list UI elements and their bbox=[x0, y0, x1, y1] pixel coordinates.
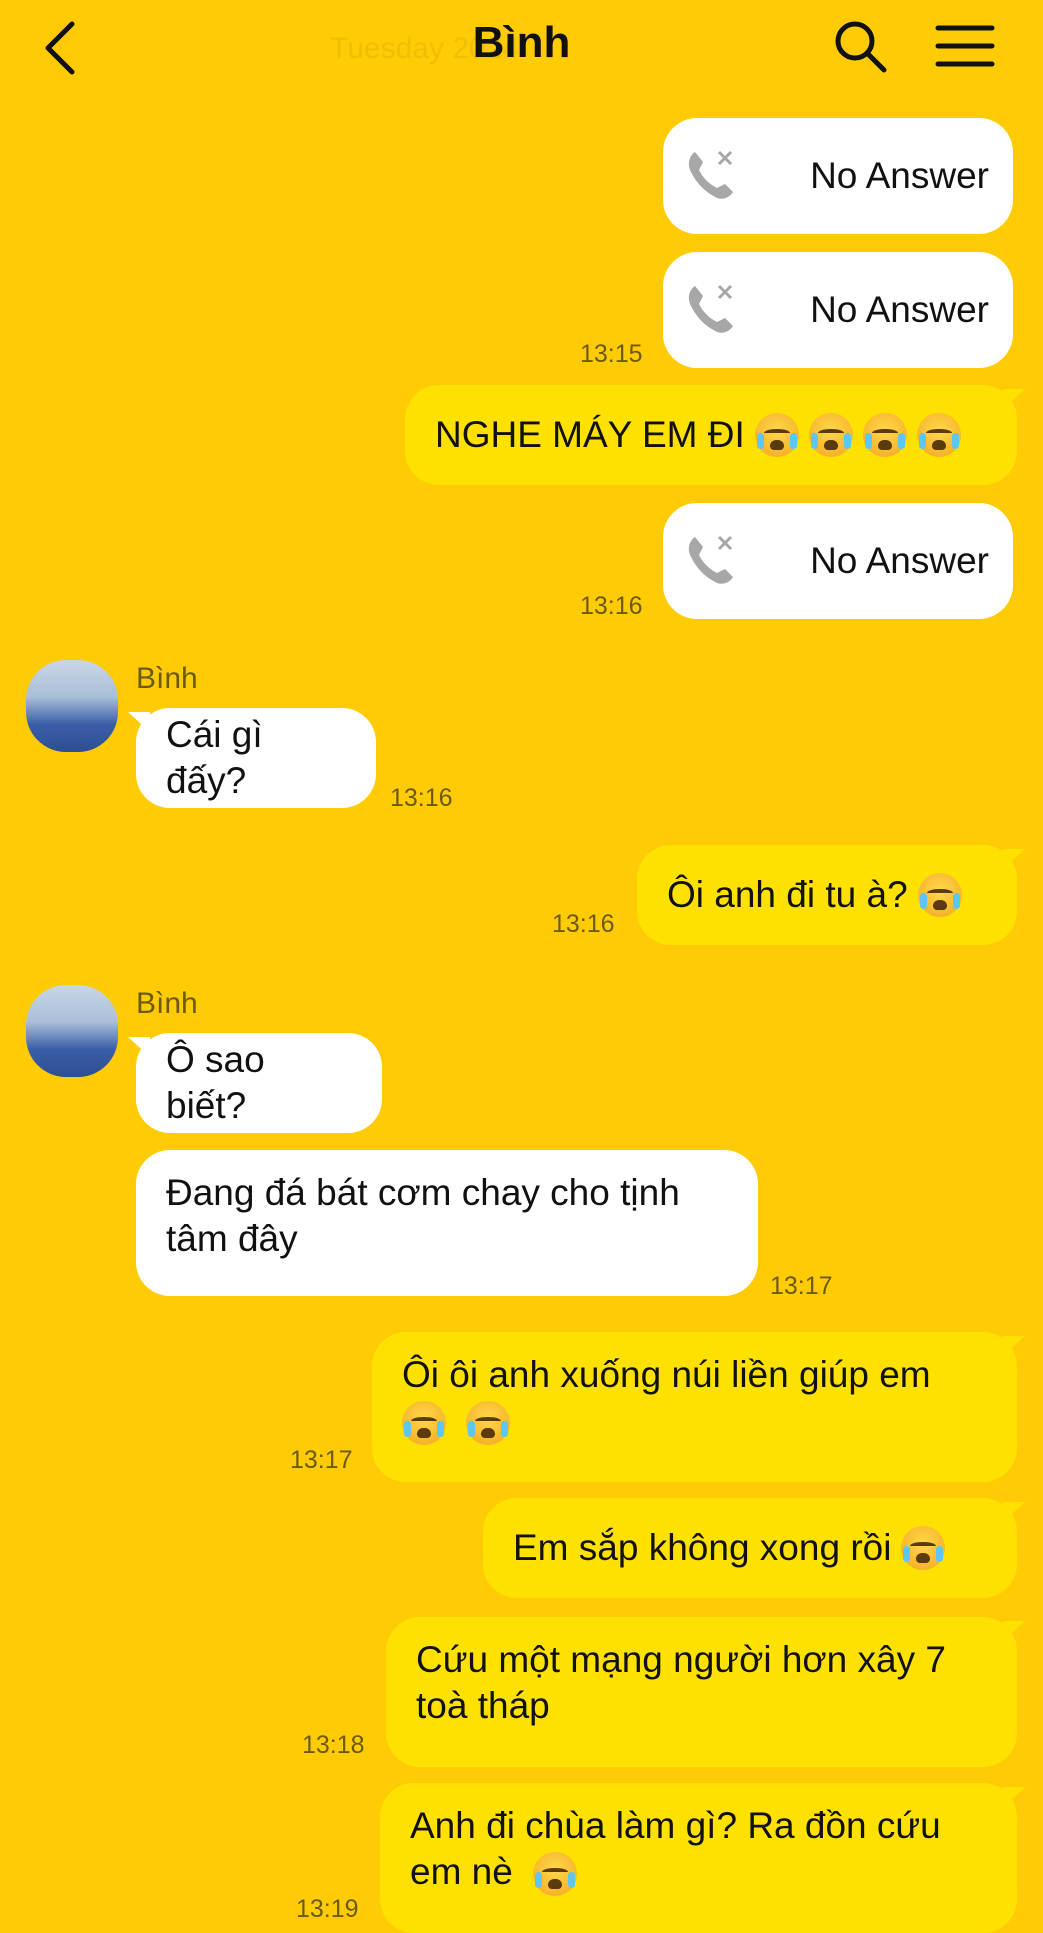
sender-name: Bình bbox=[136, 662, 198, 695]
outgoing-message[interactable]: Ôi ôi anh xuống núi liền giúp em bbox=[372, 1332, 1017, 1482]
missed-call-bubble[interactable]: No Answer bbox=[663, 252, 1013, 368]
search-icon[interactable] bbox=[832, 18, 888, 74]
incoming-message[interactable]: Cái gì đấy? bbox=[136, 708, 376, 808]
message-text: Ôi anh đi tu à? bbox=[667, 874, 908, 915]
timestamp: 13:16 bbox=[552, 910, 615, 938]
menu-icon[interactable] bbox=[935, 22, 995, 70]
outgoing-message[interactable]: Anh đi chùa làm gì? Ra đồn cứu em nè bbox=[380, 1783, 1017, 1933]
timestamp: 13:16 bbox=[390, 784, 453, 812]
call-status-text: No Answer bbox=[810, 155, 989, 196]
crying-emoji-icon bbox=[808, 413, 853, 457]
avatar[interactable] bbox=[26, 985, 118, 1077]
crying-emoji-icon bbox=[862, 413, 907, 457]
outgoing-message[interactable]: Cứu một mạng người hơn xây 7 toà tháp bbox=[386, 1617, 1017, 1767]
crying-emoji-icon bbox=[917, 873, 962, 917]
timestamp: 13:16 bbox=[580, 592, 643, 620]
message-text: Em sắp không xong rồi bbox=[513, 1527, 892, 1568]
timestamp: 13:18 bbox=[302, 1731, 365, 1759]
call-status-text: No Answer bbox=[810, 289, 989, 330]
crying-emoji-icon bbox=[533, 1852, 578, 1897]
timestamp: 13:17 bbox=[290, 1446, 353, 1474]
crying-emoji-icon bbox=[466, 1401, 511, 1446]
missed-call-icon bbox=[688, 150, 733, 199]
message-line: tâm đây bbox=[166, 1218, 298, 1259]
crying-emoji-icon bbox=[402, 1401, 446, 1446]
chat-header: Tuesday 2024 Bình bbox=[0, 0, 1043, 100]
incoming-message[interactable]: Đang đá bát cơm chay cho tịnh tâm đây bbox=[136, 1150, 758, 1296]
message-text: NGHE MÁY EM ĐI bbox=[435, 414, 745, 455]
call-status-text: No Answer bbox=[810, 540, 989, 581]
missed-call-bubble[interactable]: No Answer bbox=[663, 118, 1013, 234]
missed-call-icon bbox=[688, 284, 733, 333]
missed-call-icon bbox=[688, 535, 733, 584]
outgoing-message[interactable]: Em sắp không xong rồi bbox=[483, 1498, 1017, 1598]
crying-emoji-icon bbox=[901, 1526, 946, 1570]
crying-emoji-icon bbox=[754, 413, 799, 457]
timestamp: 13:15 bbox=[580, 340, 643, 368]
message-line: Anh đi chùa làm gì? Ra đồn cứu bbox=[410, 1805, 941, 1846]
message-line: Ôi ôi anh xuống núi liền giúp em bbox=[402, 1354, 931, 1395]
sender-name: Bình bbox=[136, 987, 198, 1020]
message-line: toà tháp bbox=[416, 1685, 550, 1726]
missed-call-bubble[interactable]: No Answer bbox=[663, 503, 1013, 619]
message-text: Ô sao biết? bbox=[166, 1039, 265, 1126]
incoming-message[interactable]: Ô sao biết? bbox=[136, 1033, 382, 1133]
crying-emoji-icon bbox=[916, 413, 961, 457]
message-text: em nè bbox=[410, 1851, 513, 1892]
avatar[interactable] bbox=[26, 660, 118, 752]
timestamp: 13:17 bbox=[770, 1272, 833, 1300]
message-line: em nè bbox=[410, 1849, 578, 1897]
outgoing-message[interactable]: NGHE MÁY EM ĐI bbox=[405, 385, 1017, 485]
message-emoji-line bbox=[392, 1398, 511, 1446]
outgoing-message[interactable]: Ôi anh đi tu à? bbox=[637, 845, 1017, 945]
message-line: Đang đá bát cơm chay cho tịnh bbox=[166, 1172, 680, 1213]
message-line: Cứu một mạng người hơn xây 7 bbox=[416, 1639, 946, 1680]
message-text: Cái gì đấy? bbox=[166, 714, 263, 801]
